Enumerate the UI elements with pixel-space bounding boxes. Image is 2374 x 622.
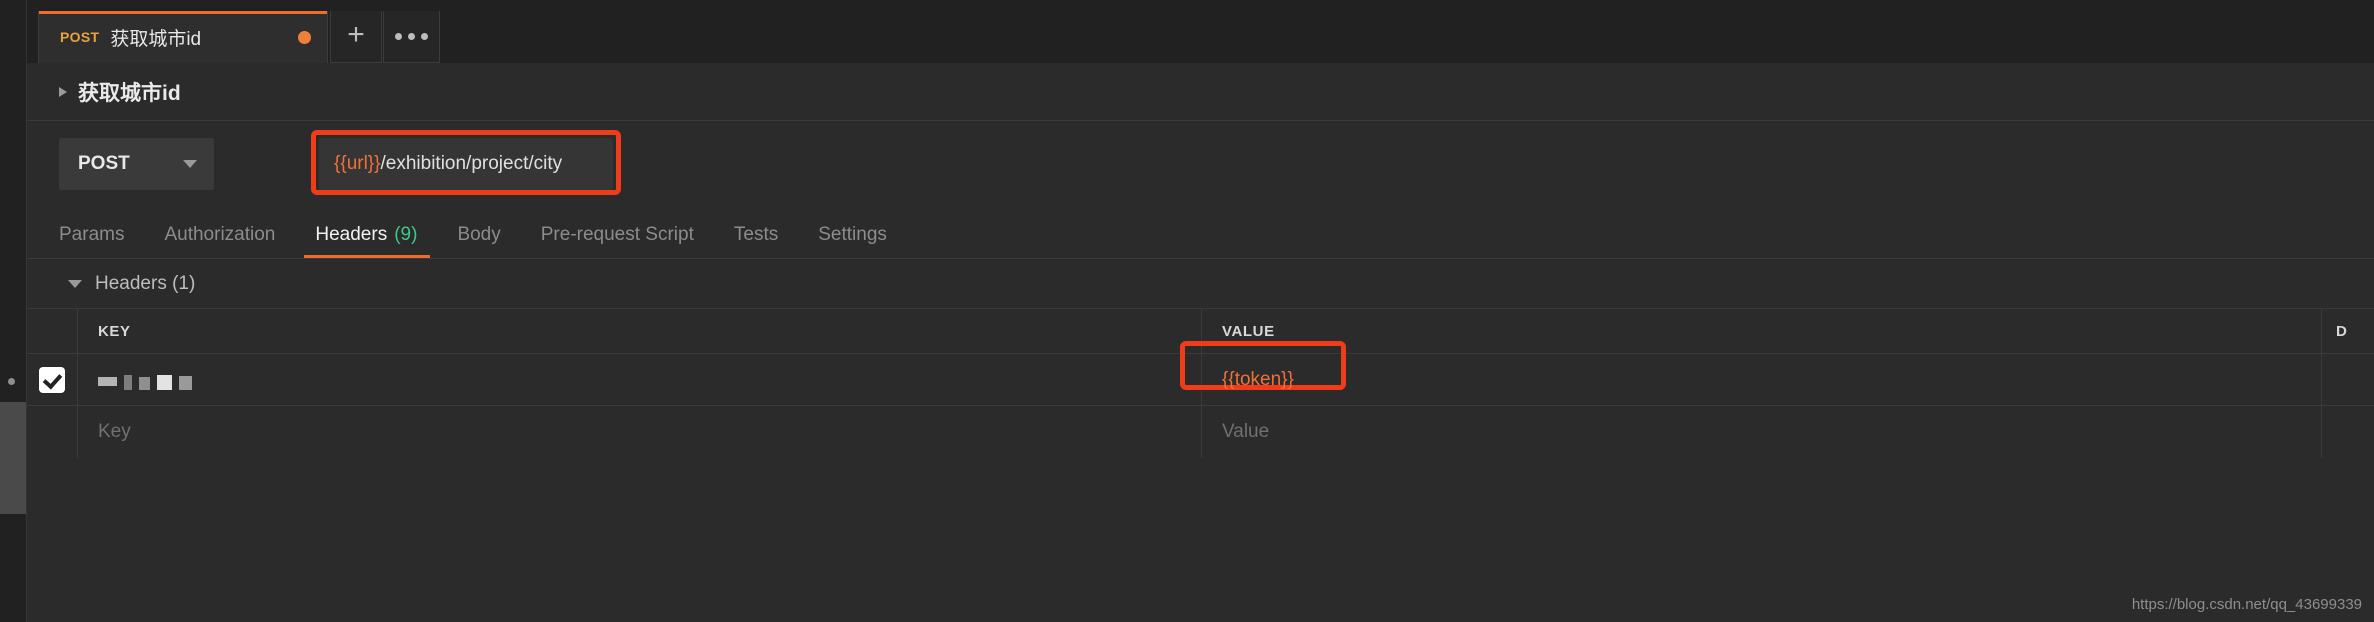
value-placeholder: Value: [1222, 421, 1270, 442]
request-tab-active[interactable]: POST 获取城市id: [38, 11, 328, 63]
tab-title-label: 获取城市id: [110, 28, 202, 50]
http-method-dropdown[interactable]: POST: [59, 138, 214, 190]
breadcrumb: 获取城市id: [26, 63, 2374, 121]
tab-params[interactable]: Params: [59, 224, 124, 258]
row-value-text: {{token}}: [1222, 368, 1294, 390]
sidebar-handle-dot[interactable]: [8, 378, 15, 385]
table-header-row: KEY VALUE D: [26, 309, 2374, 354]
headers-section-label: Headers (1): [95, 272, 196, 294]
column-header-description: D: [2336, 322, 2348, 340]
caret-down-icon: [68, 279, 82, 288]
tab-method-label: POST: [60, 29, 100, 45]
unsaved-changes-dot-icon: [298, 30, 311, 44]
tab-headers-label: Headers: [315, 224, 388, 245]
active-tab-accent-bar: [39, 11, 327, 14]
tab-settings-label: Settings: [818, 224, 887, 245]
tab-authorization[interactable]: Authorization: [164, 224, 275, 258]
row-value-cell[interactable]: {{token}}: [1180, 341, 2322, 405]
key-placeholder: Key: [98, 421, 131, 442]
headers-table: KEY VALUE D {{token}} Key Value: [26, 308, 2374, 622]
tab-settings[interactable]: Settings: [818, 224, 887, 258]
tab-options-button[interactable]: [383, 11, 440, 63]
tab-pre-request-script-label: Pre-request Script: [540, 224, 694, 245]
tab-tests[interactable]: Tests: [734, 224, 778, 258]
left-sidebar-rail: [0, 0, 27, 622]
empty-row-description-cell[interactable]: [2322, 406, 2374, 458]
headers-section-toggle[interactable]: Headers (1): [26, 259, 2374, 308]
chevron-down-icon: [183, 160, 197, 168]
http-method-label: POST: [78, 153, 130, 174]
tab-tests-label: Tests: [733, 224, 779, 245]
empty-row-value-cell[interactable]: Value: [1202, 406, 2322, 458]
header-cell-checkbox: [26, 309, 78, 353]
sidebar-scrollbar-thumb[interactable]: [0, 402, 26, 514]
redacted-key-text: [98, 370, 192, 390]
column-header-value: VALUE: [1222, 322, 1275, 340]
watermark-text: https://blog.csdn.net/qq_43699339: [2131, 596, 2362, 613]
tab-params-label: Params: [59, 224, 125, 245]
row-key-cell[interactable]: [78, 354, 1202, 405]
table-row-empty[interactable]: Key Value: [26, 406, 2374, 458]
request-tab-strip: POST 获取城市id +: [26, 0, 2374, 64]
empty-row-key-cell[interactable]: Key: [78, 406, 1202, 458]
column-header-key: KEY: [98, 322, 131, 340]
tab-headers[interactable]: Headers (9): [304, 224, 431, 258]
tab-authorization-label: Authorization: [164, 224, 276, 245]
postman-window: POST 获取城市id + 获取城市id POST {{url}}/exhibi…: [0, 0, 2374, 622]
tab-body[interactable]: Body: [457, 224, 500, 258]
tab-pre-request-script[interactable]: Pre-request Script: [541, 224, 694, 258]
row-enabled-cell: [26, 354, 78, 405]
request-section-tabs: Params Authorization Headers (9) Body Pre…: [26, 205, 2374, 259]
ellipsis-icon: [395, 33, 428, 40]
table-row[interactable]: {{token}}: [26, 341, 2374, 406]
tab-headers-count: (9): [394, 224, 418, 245]
empty-row-checkbox-cell: [26, 406, 78, 458]
caret-right-icon[interactable]: [59, 86, 67, 97]
row-checkbox[interactable]: [38, 366, 65, 393]
tab-body-label: Body: [457, 224, 501, 245]
request-url-row: POST {{url}}/exhibition/project/city: [26, 122, 2374, 205]
page-title: 获取城市id: [78, 81, 181, 105]
url-annotation-box: [311, 130, 621, 195]
row-description-cell[interactable]: [2322, 354, 2374, 405]
new-tab-button[interactable]: +: [330, 11, 382, 63]
